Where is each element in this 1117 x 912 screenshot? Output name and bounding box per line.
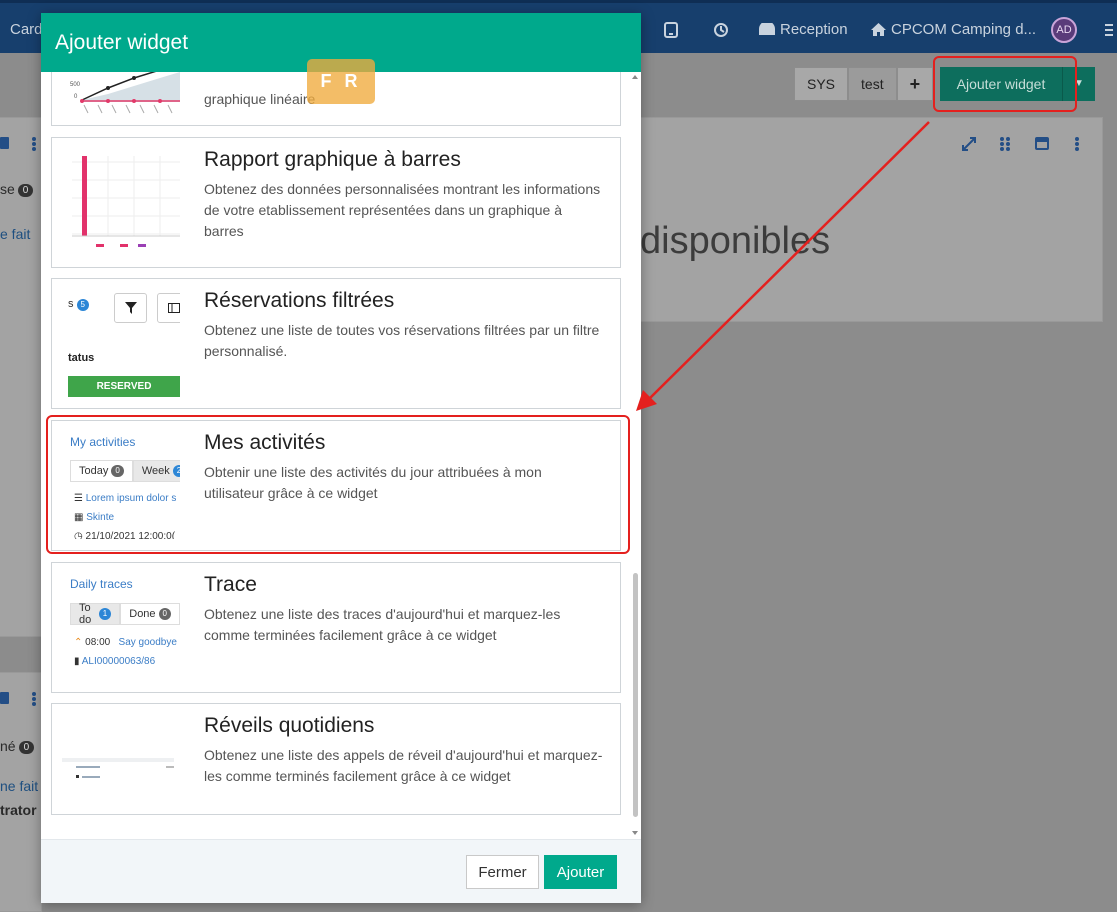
annotation-arrow (636, 121, 930, 411)
